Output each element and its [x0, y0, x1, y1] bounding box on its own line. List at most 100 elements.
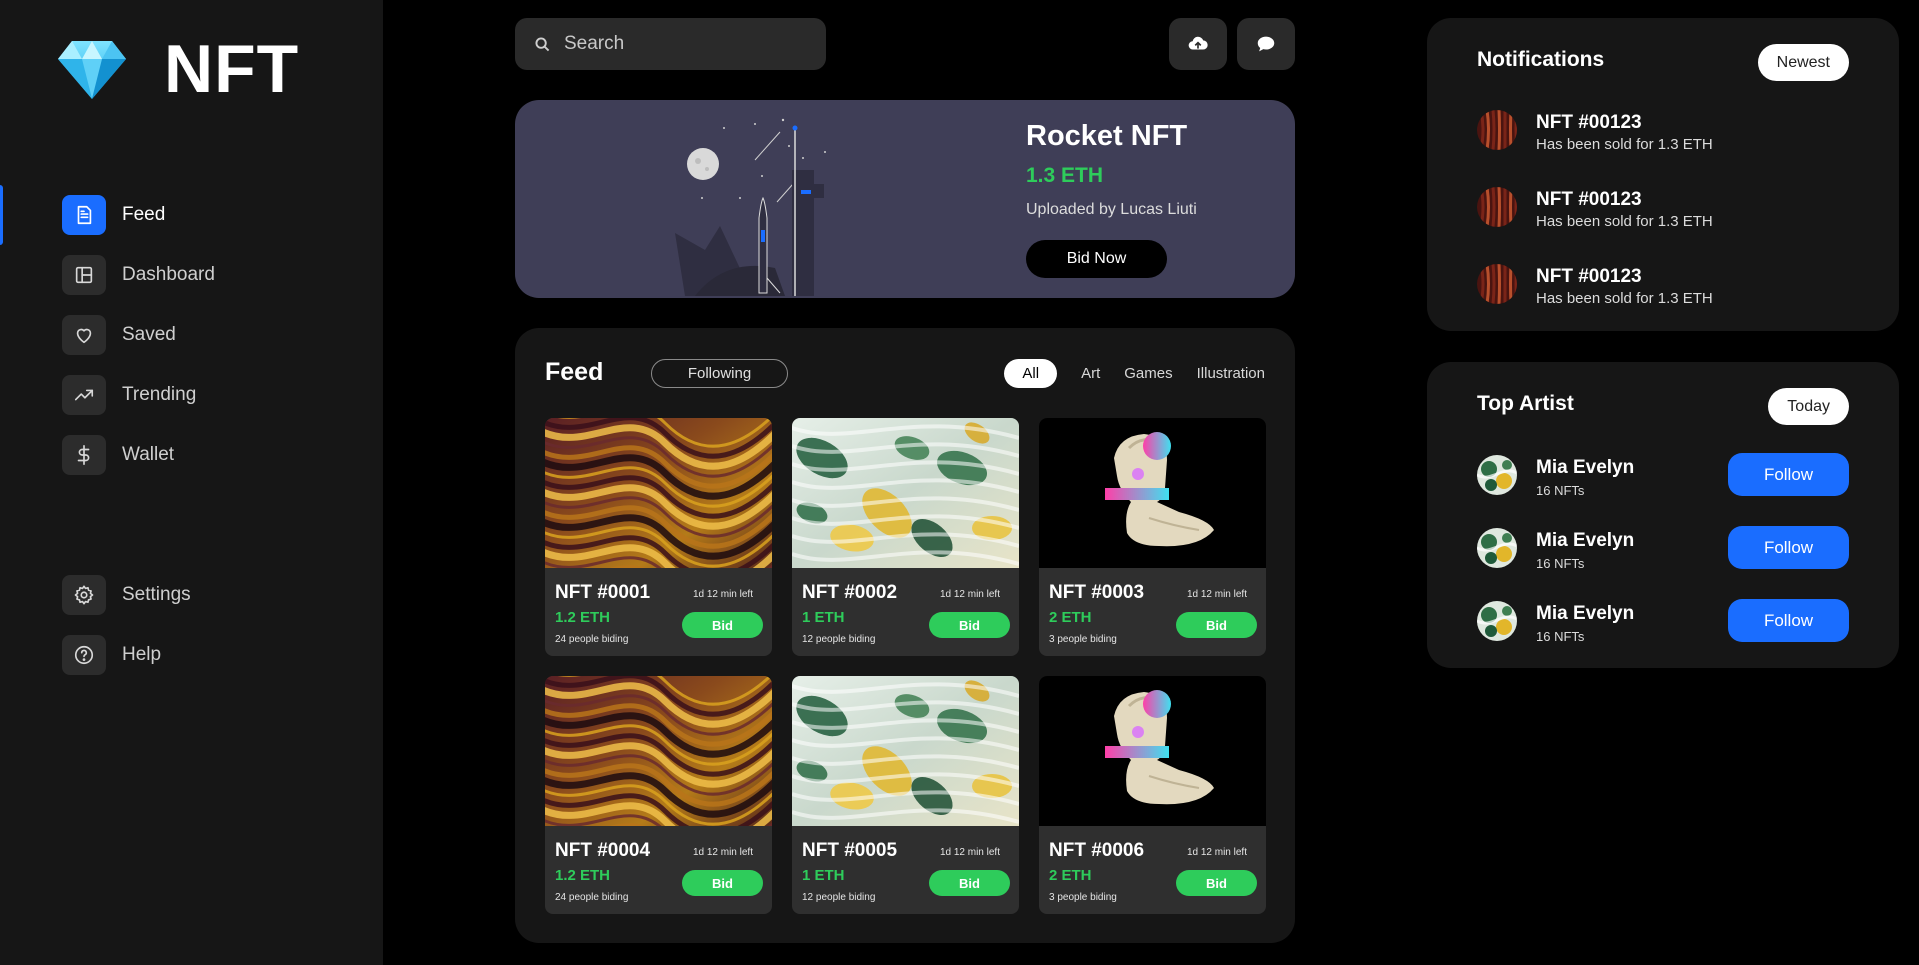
filter-games[interactable]: Games: [1124, 359, 1172, 388]
heart-icon: [62, 315, 106, 355]
follow-button[interactable]: Follow: [1728, 526, 1849, 569]
nft-bidders: 3 people biding: [1049, 892, 1117, 903]
rocket-illustration: [675, 118, 826, 296]
nft-time-left: 1d 12 min left: [1186, 589, 1247, 600]
nav-item-wallet[interactable]: Wallet: [0, 425, 383, 485]
artist-name[interactable]: Mia Evelyn: [1536, 457, 1634, 479]
main-nav: Feed Dashboard Saved Trending Wallet: [0, 185, 383, 485]
nft-price: 2 ETH: [1049, 867, 1092, 884]
notification-title: NFT #00123: [1536, 266, 1642, 287]
filter-illustration[interactable]: Illustration: [1197, 359, 1265, 388]
avatar[interactable]: [1477, 601, 1517, 641]
notification-text: Has been sold for 1.3 ETH: [1536, 213, 1713, 230]
top-artist-panel: Top Artist Today Mia Evelyn 16 NFTs Follow…: [1427, 362, 1899, 668]
artist-name[interactable]: Mia Evelyn: [1536, 603, 1634, 625]
bid-now-button[interactable]: Bid Now: [1026, 240, 1167, 278]
notification-item[interactable]: NFT #00123 Has been sold for 1.3 ETH: [1477, 110, 1849, 153]
cloud-upload-icon: [1188, 36, 1208, 50]
nft-card[interactable]: NFT #0003 1d 12 min left 2 ETH 3 people bid…: [1039, 418, 1266, 656]
nav-item-help[interactable]: Help: [0, 625, 383, 685]
nft-bidders: 24 people biding: [555, 634, 629, 645]
trending-icon: [62, 375, 106, 415]
help-icon: [62, 635, 106, 675]
nft-card[interactable]: NFT #0005 1d 12 min left 1 ETH 12 people bi…: [792, 676, 1019, 914]
top-artist-period-button[interactable]: Today: [1768, 388, 1849, 425]
nft-card[interactable]: NFT #0001 1d 12 min left 1.2 ETH 24 people …: [545, 418, 772, 656]
nav-label: Feed: [122, 204, 166, 225]
feed-title: Feed: [545, 358, 604, 386]
bid-button[interactable]: Bid: [682, 870, 763, 896]
top-artist-title: Top Artist: [1477, 392, 1574, 415]
nav-label: Settings: [122, 584, 191, 605]
nft-image[interactable]: [545, 418, 772, 620]
document-icon: [62, 195, 106, 235]
nft-card[interactable]: NFT #0006 1d 12 min left 2 ETH 3 people bid…: [1039, 676, 1266, 914]
nav-label: Saved: [122, 324, 176, 345]
bid-button[interactable]: Bid: [682, 612, 763, 638]
chat-icon: [1257, 36, 1275, 52]
notification-item[interactable]: NFT #00123 Has been sold for 1.3 ETH: [1477, 187, 1849, 230]
feed-section: Feed Following All Art Games Illustratio…: [515, 328, 1295, 943]
follow-button[interactable]: Follow: [1728, 453, 1849, 496]
nft-time-left: 1d 12 min left: [692, 847, 753, 858]
nav-item-trending[interactable]: Trending: [0, 365, 383, 425]
notifications-sort-button[interactable]: Newest: [1757, 44, 1849, 81]
secondary-nav: Settings Help: [0, 565, 383, 685]
nft-image[interactable]: [1039, 418, 1266, 568]
artist-nft-count: 16 NFTs: [1536, 556, 1585, 571]
nft-price: 1.2 ETH: [555, 609, 611, 626]
avatar[interactable]: [1477, 528, 1517, 568]
nft-image[interactable]: [545, 676, 772, 878]
hero-price: 1.3 ETH: [1026, 164, 1104, 187]
bid-button[interactable]: Bid: [1176, 870, 1257, 896]
nav-item-feed[interactable]: Feed: [0, 185, 383, 245]
avatar: [1477, 110, 1517, 150]
nft-price: 1.2 ETH: [555, 867, 611, 884]
nft-time-left: 1d 12 min left: [939, 589, 1000, 600]
nft-name: NFT #0006: [1049, 840, 1145, 861]
bid-button[interactable]: Bid: [929, 870, 1010, 896]
nft-name: NFT #0002: [802, 582, 898, 603]
artist-item: Mia Evelyn 16 NFTs Follow: [1477, 526, 1849, 571]
brand-name: NFT: [164, 31, 300, 107]
nft-bidders: 12 people biding: [802, 634, 876, 645]
nft-card[interactable]: NFT #0002 1d 12 min left 1 ETH 12 people bi…: [792, 418, 1019, 656]
avatar[interactable]: [1477, 455, 1517, 495]
nft-name: NFT #0005: [802, 840, 898, 861]
filter-all[interactable]: All: [1004, 359, 1058, 388]
bid-button[interactable]: Bid: [1176, 612, 1257, 638]
nft-name: NFT #0001: [555, 582, 651, 603]
layout-icon: [62, 255, 106, 295]
nav-item-saved[interactable]: Saved: [0, 305, 383, 365]
artist-item: Mia Evelyn 16 NFTs Follow: [1477, 453, 1849, 498]
nft-price: 1 ETH: [802, 609, 845, 626]
search-input[interactable]: [564, 33, 804, 55]
featured-banner: Rocket NFT 1.3 ETH Uploaded by Lucas Liu…: [515, 100, 1295, 298]
avatar: [1477, 264, 1517, 304]
filter-art[interactable]: Art: [1081, 359, 1100, 388]
messages-button[interactable]: [1237, 18, 1295, 70]
hero-title: Rocket NFT: [1026, 120, 1188, 152]
upload-button[interactable]: [1169, 18, 1227, 70]
search-bar[interactable]: [515, 18, 826, 70]
nft-name: NFT #0003: [1049, 582, 1145, 603]
brand[interactable]: NFT: [58, 35, 299, 103]
nft-time-left: 1d 12 min left: [692, 589, 753, 600]
bid-button[interactable]: Bid: [929, 612, 1010, 638]
nft-time-left: 1d 12 min left: [1186, 847, 1247, 858]
notification-item[interactable]: NFT #00123 Has been sold for 1.3 ETH: [1477, 264, 1849, 307]
gear-icon: [62, 575, 106, 615]
nav-item-settings[interactable]: Settings: [0, 565, 383, 625]
nav-item-dashboard[interactable]: Dashboard: [0, 245, 383, 305]
nft-card[interactable]: NFT #0004 1d 12 min left 1.2 ETH 24 people …: [545, 676, 772, 914]
following-toggle[interactable]: Following: [651, 359, 788, 388]
artist-nft-count: 16 NFTs: [1536, 483, 1585, 498]
nft-image[interactable]: [792, 418, 1019, 568]
nft-image[interactable]: [1039, 676, 1266, 826]
notification-title: NFT #00123: [1536, 112, 1642, 133]
artist-name[interactable]: Mia Evelyn: [1536, 530, 1634, 552]
nft-image[interactable]: [792, 676, 1019, 826]
nft-price: 1 ETH: [802, 867, 845, 884]
follow-button[interactable]: Follow: [1728, 599, 1849, 642]
nft-time-left: 1d 12 min left: [939, 847, 1000, 858]
